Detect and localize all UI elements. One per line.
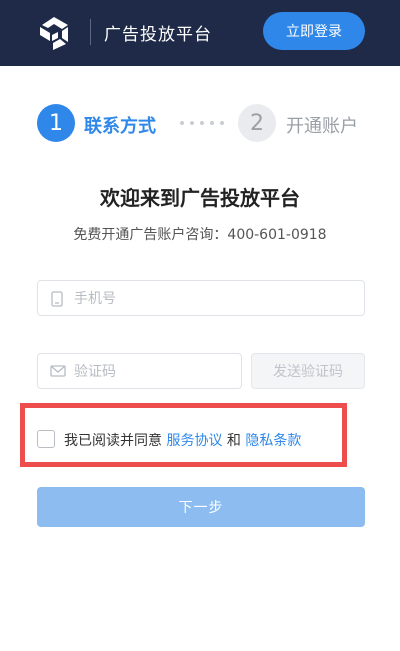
welcome-title: 欢迎来到广告投放平台	[100, 186, 300, 210]
cube-logo-icon	[40, 17, 68, 50]
mail-icon	[50, 365, 66, 377]
login-button[interactable]: 立即登录	[263, 12, 365, 50]
step-connector	[180, 121, 224, 125]
header-divider	[90, 19, 91, 45]
agreement-checkbox[interactable]	[37, 430, 55, 448]
platform-title: 广告投放平台	[104, 25, 212, 45]
phone-icon	[51, 291, 63, 307]
step-1-label: 联系方式	[84, 116, 156, 137]
top-header: 广告投放平台 立即登录	[0, 0, 400, 66]
agreement-text: 我已阅读并同意 服务协议 和 隐私条款	[64, 430, 301, 450]
service-agreement-link[interactable]: 服务协议	[166, 433, 222, 449]
agreement-prefix: 我已阅读并同意	[64, 433, 162, 449]
step-2-label: 开通账户	[286, 116, 358, 137]
consult-hotline: 免费开通广告账户咨询：400-601-0918	[73, 227, 327, 243]
verification-code-field[interactable]	[37, 353, 242, 390]
privacy-terms-link[interactable]: 隐私条款	[245, 433, 301, 449]
send-code-button[interactable]: 发送验证码	[251, 353, 365, 389]
verification-code-input[interactable]	[72, 354, 236, 390]
phone-input[interactable]	[72, 281, 356, 317]
step-1-badge: 1	[37, 104, 75, 142]
phone-field[interactable]	[37, 280, 365, 317]
next-step-button[interactable]: 下一步	[37, 487, 365, 527]
step-2-badge: 2	[238, 104, 276, 142]
agreement-and: 和	[226, 433, 241, 449]
